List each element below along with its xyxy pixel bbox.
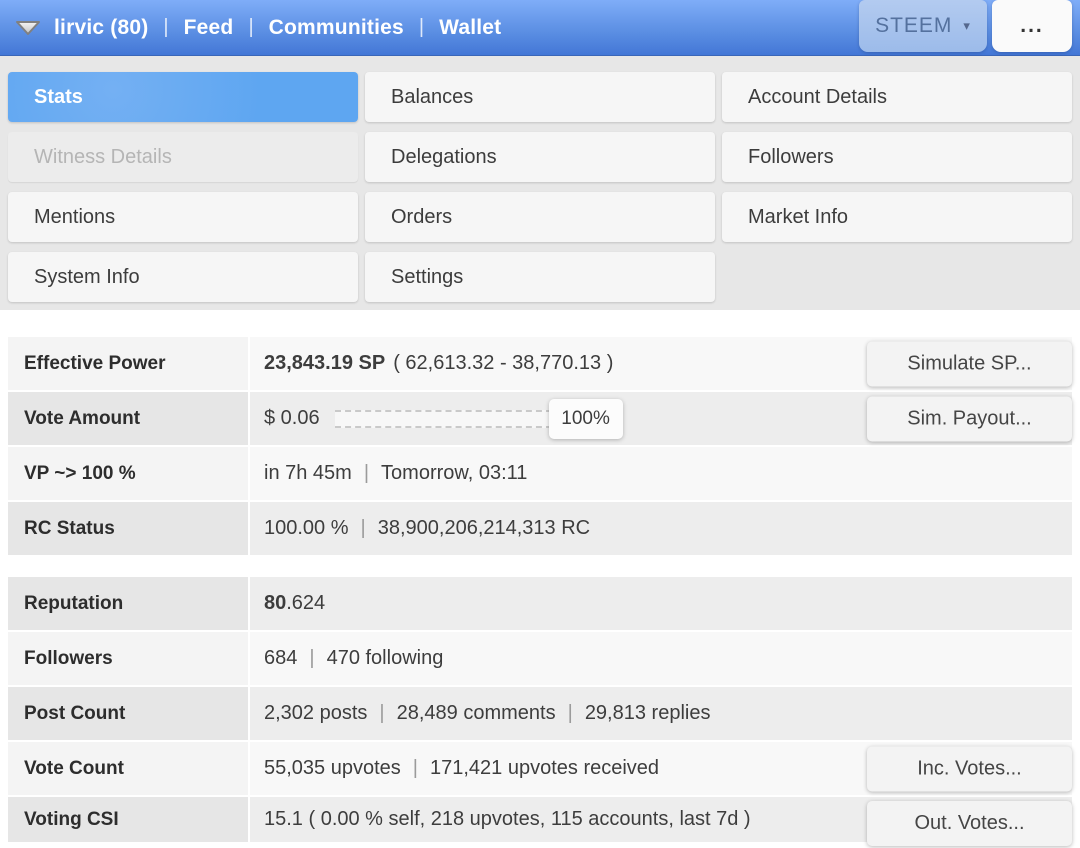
nav-communities[interactable]: Communities (269, 16, 404, 40)
separator: | (364, 462, 369, 485)
tab-account-details[interactable]: Account Details (722, 72, 1072, 122)
coin-select-label: STEEM (875, 14, 952, 38)
sim-payout-button[interactable]: Sim. Payout... (867, 396, 1072, 441)
separator: | (361, 517, 366, 540)
stats-row-followers: Followers 684 | 470 following (8, 632, 1072, 685)
row-value: 80 .624 (250, 577, 1072, 630)
row-label: Post Count (8, 687, 248, 740)
row-value: 684 | 470 following (250, 632, 1072, 685)
row-label: Followers (8, 632, 248, 685)
stats-row-vote-count: Vote Count 55,035 upvotes | 171,421 upvo… (8, 742, 1072, 795)
upvotes-given: 55,035 upvotes (264, 757, 401, 780)
tab-market-info[interactable]: Market Info (722, 192, 1072, 242)
vote-weight-slider[interactable] (335, 410, 552, 428)
stats-table: Effective Power 23,843.19 SP ( 62,613.32… (8, 337, 1072, 842)
outgoing-votes-button[interactable]: Out. Votes... (867, 801, 1072, 846)
upvotes-received: 171,421 upvotes received (430, 757, 659, 780)
row-value: 2,302 posts | 28,489 comments | 29,813 r… (250, 687, 1072, 740)
followers-count: 684 (264, 647, 297, 670)
separator: | (413, 757, 418, 780)
separator: | (309, 647, 314, 670)
rc-percent: 100.00 % (264, 517, 349, 540)
vote-amount-value: $ 0.06 (264, 407, 320, 430)
tab-mentions[interactable]: Mentions (8, 192, 358, 242)
effective-power-value: 23,843.19 SP (264, 352, 385, 375)
tab-system-info[interactable]: System Info (8, 252, 358, 302)
stats-row-rc-status: RC Status 100.00 % | 38,900,206,214,313 … (8, 502, 1072, 555)
following-count: 470 following (327, 647, 444, 670)
reputation-decimals: .624 (286, 592, 325, 615)
content-top-gap (0, 310, 1080, 337)
separator: | (568, 702, 573, 725)
posts-count: 2,302 posts (264, 702, 367, 725)
tab-settings[interactable]: Settings (365, 252, 715, 302)
row-label: Vote Count (8, 742, 248, 795)
stats-row-voting-csi: Voting CSI 15.1 ( 0.00 % self, 218 upvot… (8, 797, 1072, 842)
stats-row-reputation: Reputation 80 .624 (8, 577, 1072, 630)
stats-row-vp-recharge: VP ~> 100 % in 7h 45m | Tomorrow, 03:11 (8, 447, 1072, 500)
ellipsis-icon: ... (1020, 14, 1044, 38)
nav-feed[interactable]: Feed (184, 16, 234, 40)
nav-account[interactable]: lirvic (80) (54, 16, 148, 40)
stats-row-vote-amount: Vote Amount $ 0.06 100% Sim. Payout... (8, 392, 1072, 445)
row-label: Voting CSI (8, 797, 248, 842)
tab-stats[interactable]: Stats (8, 72, 358, 122)
chevron-down-icon: ▾ (963, 18, 971, 34)
row-label: RC Status (8, 502, 248, 555)
separator: | (379, 702, 384, 725)
vote-weight-slider-handle[interactable]: 100% (549, 399, 623, 439)
rc-amount: 38,900,206,214,313 RC (378, 517, 590, 540)
tab-orders[interactable]: Orders (365, 192, 715, 242)
tab-followers[interactable]: Followers (722, 132, 1072, 182)
tab-witness-details[interactable]: Witness Details (8, 132, 358, 182)
vp-time-left: in 7h 45m (264, 462, 352, 485)
row-label: Reputation (8, 577, 248, 630)
separator: | (248, 16, 253, 39)
nav-wallet[interactable]: Wallet (439, 16, 501, 40)
row-label: Effective Power (8, 337, 248, 390)
row-label: VP ~> 100 % (8, 447, 248, 500)
incoming-votes-button[interactable]: Inc. Votes... (867, 746, 1072, 791)
tab-delegations[interactable]: Delegations (365, 132, 715, 182)
reputation-main: 80 (264, 592, 286, 615)
simulate-sp-button[interactable]: Simulate SP... (867, 341, 1072, 386)
row-value: in 7h 45m | Tomorrow, 03:11 (250, 447, 1072, 500)
stats-row-post-count: Post Count 2,302 posts | 28,489 comments… (8, 687, 1072, 740)
top-nav-bar: lirvic (80) | Feed | Communities | Walle… (0, 0, 1080, 56)
section-tabs: Stats Balances Account Details Witness D… (0, 56, 1080, 310)
table-group-gap (8, 557, 1072, 577)
replies-count: 29,813 replies (585, 702, 711, 725)
comments-count: 28,489 comments (397, 702, 556, 725)
account-dropdown-icon[interactable] (14, 18, 42, 38)
tab-balances[interactable]: Balances (365, 72, 715, 122)
separator: | (419, 16, 424, 39)
stats-row-effective-power: Effective Power 23,843.19 SP ( 62,613.32… (8, 337, 1072, 390)
voting-csi-value: 15.1 ( 0.00 % self, 218 upvotes, 115 acc… (264, 808, 751, 831)
vp-time-absolute: Tomorrow, 03:11 (381, 462, 527, 485)
effective-power-breakdown: ( 62,613.32 - 38,770.13 ) (393, 352, 613, 375)
more-options-button[interactable]: ... (992, 0, 1072, 52)
row-value: 100.00 % | 38,900,206,214,313 RC (250, 502, 1072, 555)
row-label: Vote Amount (8, 392, 248, 445)
separator: | (163, 16, 168, 39)
coin-select-dropdown[interactable]: STEEM ▾ (859, 0, 987, 52)
